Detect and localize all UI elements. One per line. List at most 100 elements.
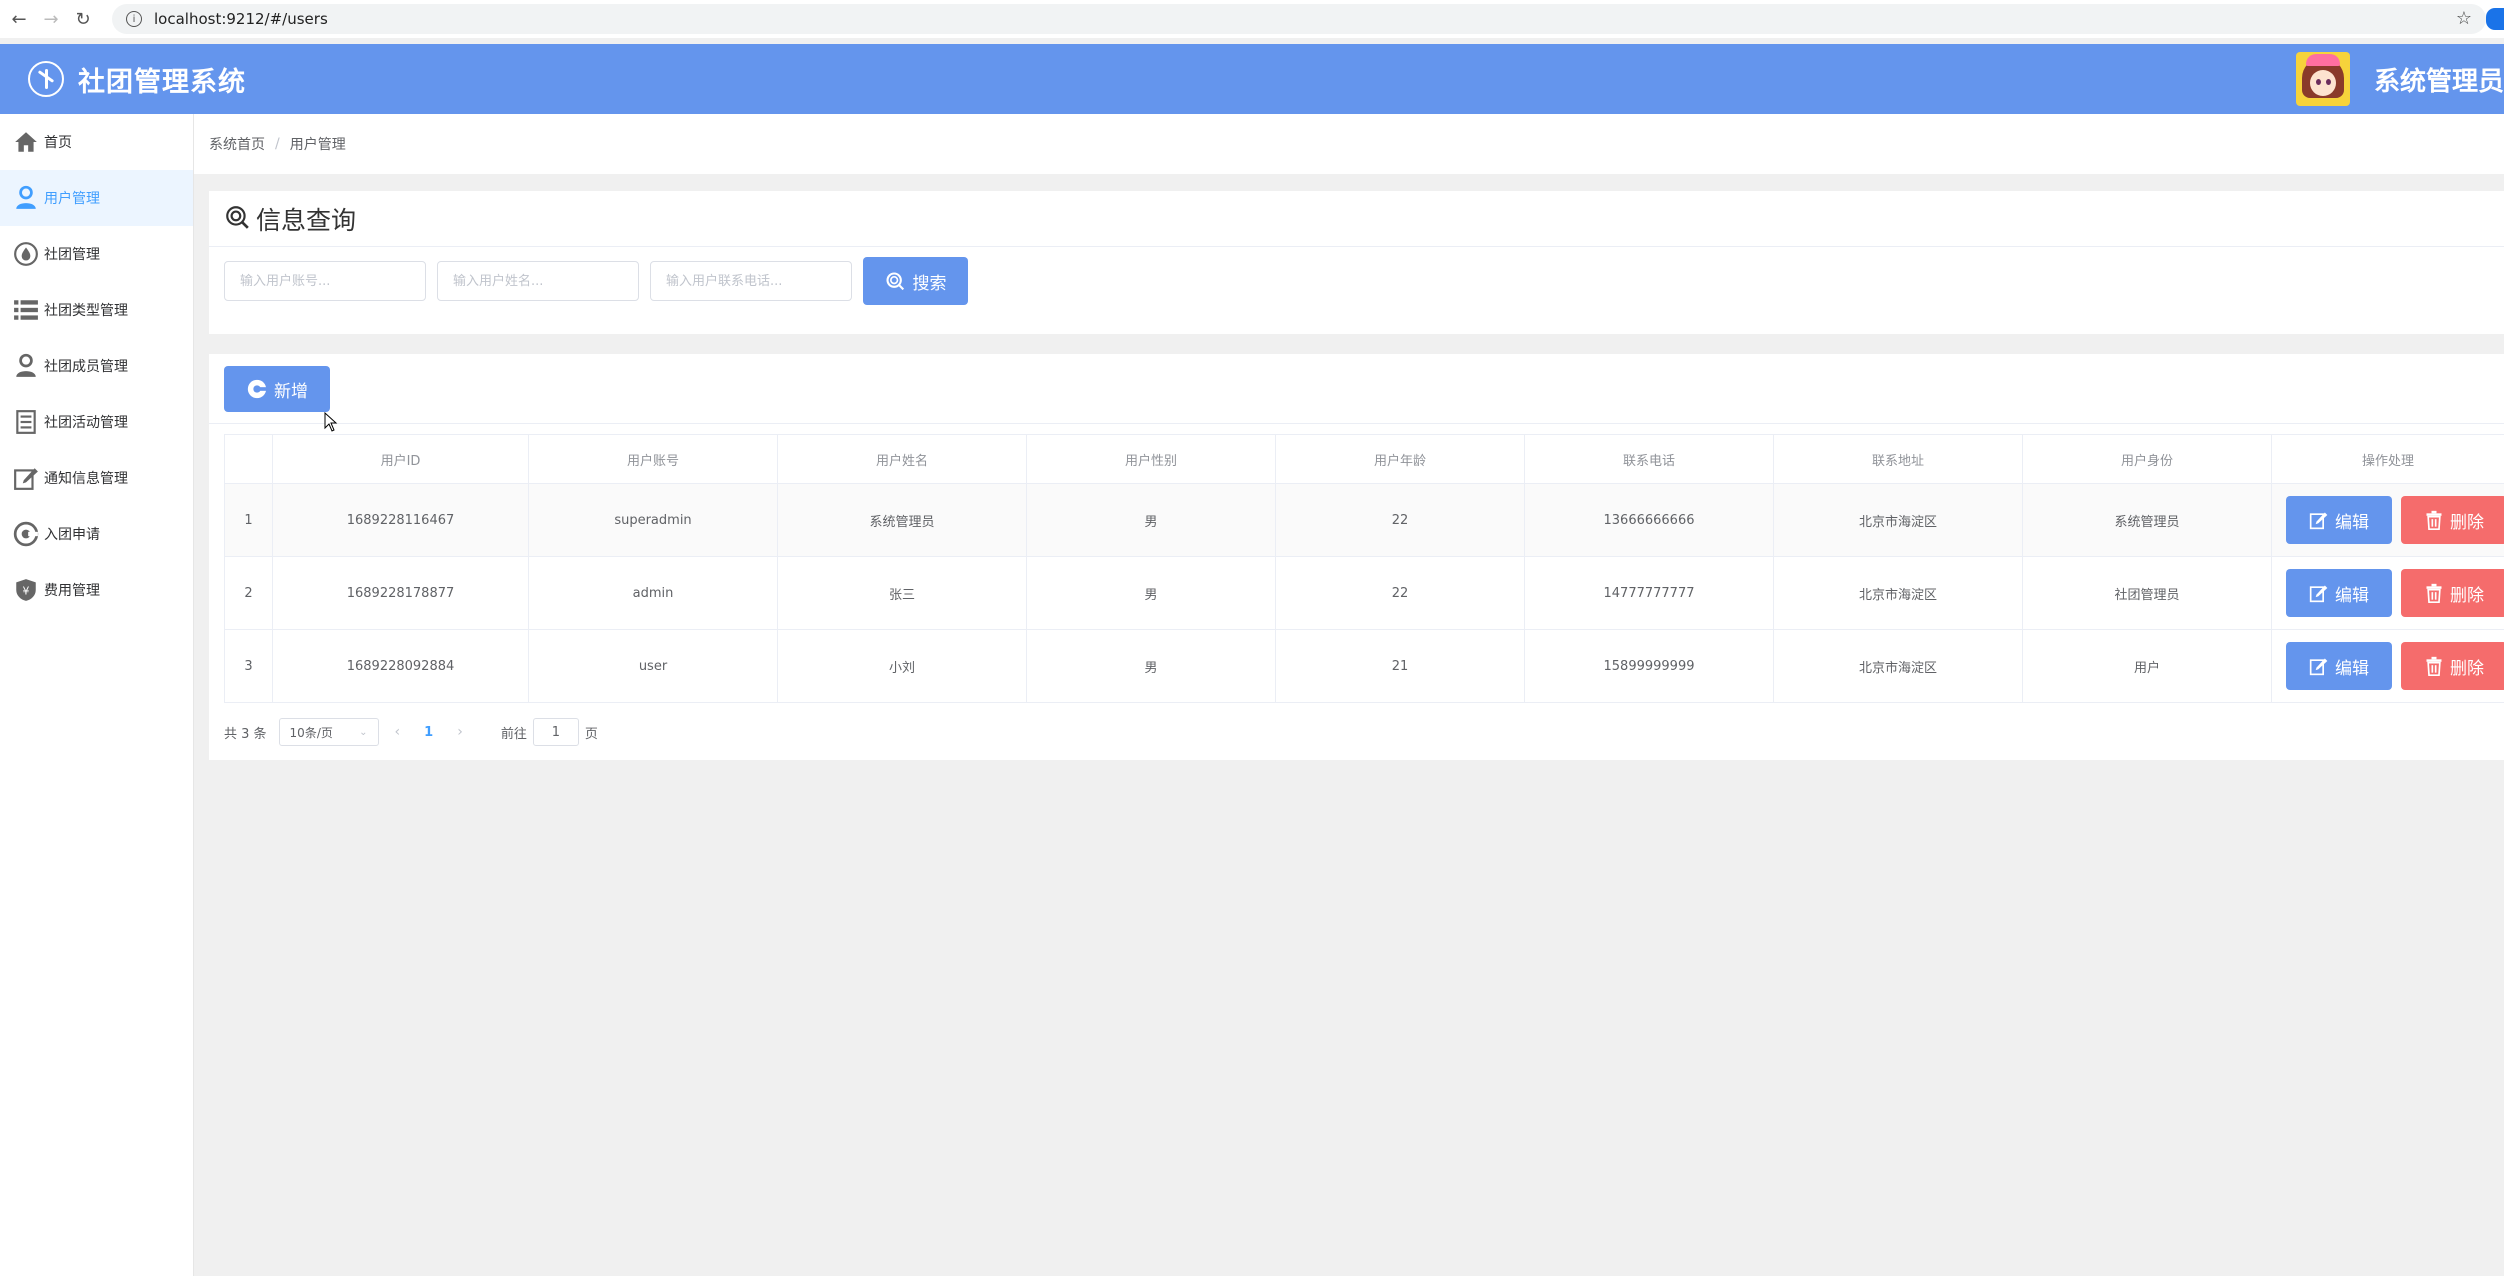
cell-name: 系统管理员 [777,483,1027,557]
search-title-icon [224,204,250,234]
table-toolbar: 新增 [209,354,2504,432]
sidebar-item-label: 入团申请 [44,527,100,543]
sidebar-item-label: 社团管理 [44,247,100,263]
trash-icon [2426,583,2442,603]
profile-icon[interactable] [2486,8,2504,30]
sidebar-item-label: 用户管理 [44,191,100,207]
table-row: 1 1689228116467 superadmin 系统管理员 男 22 13… [224,483,2504,557]
sidebar-item-fees[interactable]: ¥ 费用管理 [0,562,193,618]
delete-button-label: 删除 [2450,585,2484,606]
cell-age: 22 [1275,483,1525,557]
search-card-header: 信息查询 [209,191,2504,247]
edit-button-label: 编辑 [2335,512,2369,533]
add-button-label: 新增 [274,381,308,402]
browser-toolbar: ← → ↻ i localhost:9212/#/users ☆ [0,0,2504,38]
users-table: 用户ID 用户账号 用户姓名 用户性别 用户年龄 联系电话 联系地址 用户身份 … [224,434,2504,703]
delete-button[interactable]: 删除 [2401,642,2504,690]
mouse-cursor-icon [324,412,338,432]
cell-index: 2 [224,556,273,630]
phone-search-input[interactable] [650,261,852,301]
breadcrumb-separator: / [275,136,280,152]
cell-id: 1689228092884 [272,629,529,703]
table-row: 2 1689228178877 admin 张三 男 22 1477777777… [224,556,2504,630]
sidebar: 首页 用户管理 社团管理 社团类型管理 社团成员管理 社团活动管理 通知信息管理… [0,114,194,1276]
cell-id: 1689228178877 [272,556,529,630]
edit-button[interactable]: 编辑 [2286,496,2392,544]
search-card: 信息查询 搜索 [209,191,2504,334]
edit-button[interactable]: 编辑 [2286,642,2392,690]
add-button[interactable]: 新增 [224,366,330,412]
cell-phone: 14777777777 [1524,556,1774,630]
cell-actions: 编辑 删除 [2271,483,2504,557]
add-icon [247,379,268,399]
sidebar-item-clubs[interactable]: 社团管理 [0,226,193,282]
sidebar-item-members[interactable]: 社团成员管理 [0,338,193,394]
breadcrumb: 系统首页 / 用户管理 [194,114,2504,174]
forward-icon[interactable]: → [38,6,64,32]
cell-actions: 编辑 删除 [2271,629,2504,703]
money-icon: ¥ [12,576,40,604]
sidebar-item-label: 费用管理 [44,583,100,599]
delete-button-label: 删除 [2450,512,2484,533]
sidebar-item-label: 社团活动管理 [44,415,128,431]
edit-icon [2309,512,2328,530]
name-search-input[interactable] [437,261,639,301]
pagination: 共 3 条 10条/页 ⌄ ‹ 1 › 前往 页 [224,718,598,746]
member-icon [12,352,40,380]
prev-page-icon[interactable]: ‹ [395,724,401,740]
edit-icon [2309,585,2328,603]
trash-icon [2426,656,2442,676]
column-header [224,434,273,484]
bookmark-star-icon[interactable]: ☆ [2456,8,2472,29]
sidebar-item-applications[interactable]: 入团申请 [0,506,193,562]
back-icon[interactable]: ← [6,6,32,32]
next-page-icon[interactable]: › [457,724,463,740]
sidebar-item-club-types[interactable]: 社团类型管理 [0,282,193,338]
page-number[interactable]: 1 [424,725,433,740]
edit-button-label: 编辑 [2335,658,2369,679]
column-header: 用户账号 [528,434,778,484]
sidebar-item-activities[interactable]: 社团活动管理 [0,394,193,450]
search-button-label: 搜索 [912,273,947,294]
site-info-icon[interactable]: i [126,11,142,27]
sidebar-item-home[interactable]: 首页 [0,114,193,170]
table-card: 新增 用户ID 用户账号 用户姓名 用户性别 用户年龄 联系电话 联系地址 用户… [209,354,2504,760]
search-icon [885,272,904,291]
sidebar-item-label: 通知信息管理 [44,471,128,487]
page-size-value: 10条/页 [289,725,333,740]
svg-text:¥: ¥ [23,584,30,597]
cell-phone: 13666666666 [1524,483,1774,557]
address-bar[interactable]: i localhost:9212/#/users ☆ [112,4,2486,34]
search-card-title: 信息查询 [256,205,357,235]
cell-account: superadmin [528,483,778,557]
cell-id: 1689228116467 [272,483,529,557]
column-header: 用户ID [272,434,529,484]
admin-name[interactable]: 系统管理员 [2374,61,2504,98]
total-count: 共 3 条 [224,726,267,742]
cell-age: 21 [1275,629,1525,703]
cell-index: 1 [224,483,273,557]
page-suffix: 页 [584,726,598,742]
edit-button[interactable]: 编辑 [2286,569,2392,617]
reload-icon[interactable]: ↻ [70,6,96,32]
chevron-down-icon: ⌄ [359,726,368,738]
delete-button[interactable]: 删除 [2401,569,2504,617]
cell-name: 张三 [777,556,1027,630]
cell-role: 用户 [2022,629,2272,703]
column-header: 用户年龄 [1275,434,1525,484]
breadcrumb-current: 用户管理 [289,137,346,153]
user-area[interactable]: 系统管理员 [2295,44,2504,114]
list-icon [12,296,40,324]
sidebar-item-notices[interactable]: 通知信息管理 [0,450,193,506]
search-button[interactable]: 搜索 [863,257,968,305]
delete-button[interactable]: 删除 [2401,496,2504,544]
breadcrumb-home[interactable]: 系统首页 [209,134,265,154]
cell-role: 系统管理员 [2022,483,2272,557]
avatar[interactable] [2295,52,2350,106]
page-size-select[interactable]: 10条/页 ⌄ [278,718,379,746]
edit-icon [2309,658,2328,676]
goto-page-input[interactable] [532,718,579,746]
account-search-input[interactable] [224,261,426,301]
sidebar-item-label: 社团成员管理 [44,359,128,375]
sidebar-item-users[interactable]: 用户管理 [0,170,193,226]
